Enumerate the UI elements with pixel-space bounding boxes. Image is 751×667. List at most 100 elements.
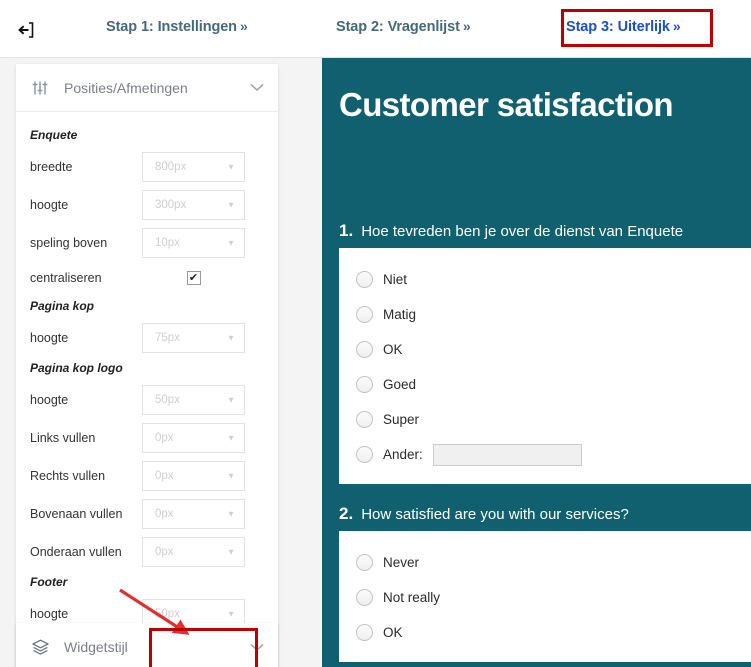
radio-niet[interactable] — [356, 271, 373, 288]
chevron-down-icon: ▼ — [227, 238, 235, 247]
step-3-chevron-icon: » — [672, 18, 681, 34]
option-label-niet: Niet — [383, 272, 408, 287]
layers-icon — [28, 635, 52, 659]
radio-goed[interactable] — [356, 376, 373, 393]
option-row-niet[interactable]: Niet — [339, 262, 751, 297]
group-title-pagina-kop: Pagina kop — [30, 299, 95, 313]
field-row-onderaan-vullen: Onderaan vullen 0px ▼ — [30, 536, 264, 567]
radio-ok[interactable] — [356, 341, 373, 358]
field-row-breedte: breedte 800px ▼ — [30, 151, 264, 182]
survey-title: Customer satisfaction — [339, 86, 674, 123]
radio-never[interactable] — [356, 554, 373, 571]
option-label-ok-2: OK — [383, 625, 403, 640]
chevron-down-icon: ▼ — [227, 509, 235, 518]
field-label-links-vullen: Links vullen — [30, 430, 96, 445]
select-hoogte-pagina-kop-value: 75px — [155, 331, 180, 344]
select-bovenaan-vullen[interactable]: 0px ▼ — [142, 498, 245, 529]
option-row-matig[interactable]: Matig — [339, 297, 751, 332]
option-row-goed[interactable]: Goed — [339, 367, 751, 402]
radio-ander[interactable] — [356, 446, 373, 463]
positions-panel-title: Posities/Afmetingen — [64, 79, 188, 96]
option-row-ok-2[interactable]: OK — [339, 615, 751, 650]
field-row-links-vullen: Links vullen 0px ▼ — [30, 422, 264, 453]
option-row-super[interactable]: Super — [339, 402, 751, 437]
question-2-options-card: Never Not really OK — [339, 531, 751, 662]
field-label-onderaan-vullen: Onderaan vullen — [30, 544, 122, 559]
option-row-ander[interactable]: Ander: — [339, 437, 751, 472]
centraliseren-checkbox[interactable]: ✔ — [186, 271, 201, 285]
step-2-chevron-icon: » — [462, 18, 471, 34]
appearance-editor-screen: Stap 1: Instellingen» Stap 2: Vragenlijs… — [0, 0, 751, 667]
radio-matig[interactable] — [356, 306, 373, 323]
field-row-bovenaan-vullen: Bovenaan vullen 0px ▼ — [30, 498, 264, 529]
select-links-vullen-value: 0px — [155, 431, 174, 444]
select-hoogte-enquete[interactable]: 300px ▼ — [142, 189, 245, 220]
chevron-down-icon[interactable] — [250, 640, 264, 655]
select-hoogte-logo[interactable]: 50px ▼ — [142, 384, 245, 415]
tab-step-2-vragenlijst[interactable]: Stap 2: Vragenlijst» — [336, 18, 471, 35]
field-row-speling-boven: speling boven 10px ▼ — [30, 227, 264, 258]
field-row-hoogte-logo: hoogte 50px ▼ — [30, 384, 264, 415]
field-label-speling-boven: speling boven — [30, 235, 108, 250]
field-label-hoogte-enquete: hoogte — [30, 197, 69, 212]
step-3-label: Stap 3: Uiterlijk — [566, 19, 670, 35]
positions-panel-header[interactable]: Posities/Afmetingen — [16, 64, 278, 112]
select-onderaan-vullen[interactable]: 0px ▼ — [142, 536, 245, 567]
option-label-never: Never — [383, 555, 420, 570]
radio-not-really[interactable] — [356, 589, 373, 606]
option-row-not-really[interactable]: Not really — [339, 580, 751, 615]
field-label-centraliseren: centraliseren — [30, 271, 102, 285]
field-label-rechts-vullen: Rechts vullen — [30, 468, 106, 483]
select-hoogte-enquete-value: 300px — [155, 198, 187, 211]
select-rechts-vullen[interactable]: 0px ▼ — [142, 460, 245, 491]
widgetstijl-panel-title: Widgetstijl — [64, 639, 128, 655]
positions-panel-body: Enquete breedte 800px ▼ hoogte 300px ▼ s… — [16, 112, 278, 667]
select-links-vullen[interactable]: 0px ▼ — [142, 422, 245, 453]
select-breedte-value: 800px — [155, 160, 187, 173]
radio-ok-2[interactable] — [356, 624, 373, 641]
select-breedte[interactable]: 800px ▼ — [142, 151, 245, 182]
select-rechts-vullen-value: 0px — [155, 469, 174, 482]
field-label-hoogte-pagina-kop: hoogte — [30, 330, 69, 345]
select-hoogte-logo-value: 50px — [155, 393, 180, 406]
select-hoogte-pagina-kop[interactable]: 75px ▼ — [142, 322, 245, 353]
select-bovenaan-vullen-value: 0px — [155, 507, 174, 520]
field-label-hoogte-footer: hoogte — [30, 606, 69, 621]
step-2-label: Stap 2: Vragenlijst — [336, 19, 460, 35]
select-speling-boven[interactable]: 10px ▼ — [142, 227, 245, 258]
option-row-never[interactable]: Never — [339, 545, 751, 580]
chevron-down-icon[interactable] — [250, 80, 264, 95]
field-row-hoogte-enquete: hoogte 300px ▼ — [30, 189, 264, 220]
chevron-down-icon: ▼ — [227, 395, 235, 404]
widgetstijl-panel: Widgetstijl — [16, 623, 278, 667]
field-label-breedte: breedte — [30, 159, 73, 174]
field-label-bovenaan-vullen: Bovenaan vullen — [30, 506, 123, 521]
wizard-header: Stap 1: Instellingen» Stap 2: Vragenlijs… — [0, 0, 751, 58]
select-onderaan-vullen-value: 0px — [155, 545, 174, 558]
exit-arrow-icon[interactable] — [14, 18, 38, 42]
option-row-ok[interactable]: OK — [339, 332, 751, 367]
survey-preview-pane: Customer satisfaction 1. Hoe tevreden be… — [322, 58, 751, 667]
field-row-hoogte-pagina-kop: hoogte 75px ▼ — [30, 322, 264, 353]
chevron-down-icon: ▼ — [227, 162, 235, 171]
radio-super[interactable] — [356, 411, 373, 428]
step-1-label: Stap 1: Instellingen — [106, 19, 237, 35]
question-block-2: 2. How satisfied are you with our servic… — [322, 498, 751, 662]
option-label-not-really: Not really — [383, 590, 441, 605]
group-title-pagina-kop-logo: Pagina kop logo — [30, 361, 123, 375]
group-title-footer: Footer — [30, 575, 68, 589]
field-label-hoogte-logo: hoogte — [30, 392, 69, 407]
tab-step-3-uiterlijk[interactable]: Stap 3: Uiterlijk» — [566, 18, 681, 35]
chevron-down-icon: ▼ — [227, 471, 235, 480]
field-row-centraliseren: centraliseren ✔ — [30, 265, 264, 291]
question-1-header: 1. Hoe tevreden ben je over de dienst va… — [322, 215, 751, 248]
option-label-matig: Matig — [383, 307, 417, 322]
tab-step-1-instellingen[interactable]: Stap 1: Instellingen» — [106, 18, 248, 35]
positions-panel: Posities/Afmetingen Enquete breedte 800p… — [16, 64, 278, 667]
centraliseren-checkbox-wrap: ✔ — [142, 271, 245, 285]
step-1-chevron-icon: » — [239, 18, 248, 34]
other-text-input[interactable] — [432, 443, 582, 466]
question-1-text: Hoe tevreden ben je over de dienst van E… — [361, 223, 684, 240]
chevron-down-icon: ▼ — [227, 333, 235, 342]
widgetstijl-panel-header[interactable]: Widgetstijl — [16, 623, 278, 667]
